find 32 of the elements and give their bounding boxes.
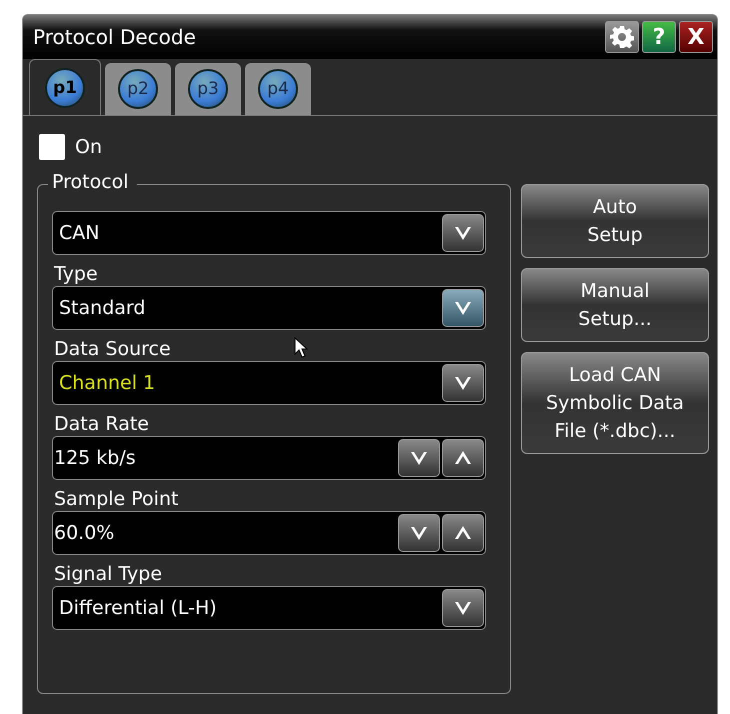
setup-button[interactable]: Auto Setup	[521, 184, 709, 258]
help-button[interactable]: ?	[642, 21, 676, 53]
tab[interactable]: p2	[105, 63, 171, 115]
dropdown-field[interactable]: Channel 1	[52, 361, 486, 405]
increment-button[interactable]	[442, 514, 484, 552]
tab[interactable]: p4	[245, 63, 311, 115]
dropdown-button[interactable]	[442, 364, 484, 402]
dropdown-button[interactable]	[442, 214, 484, 252]
setup-button[interactable]: Load CAN Symbolic Data File (*.dbc)...	[521, 352, 709, 454]
settings-button[interactable]	[605, 21, 639, 53]
field-label: Sample Point	[54, 488, 178, 510]
checkbox[interactable]	[39, 134, 65, 160]
dropdown-field[interactable]: Standard	[52, 286, 486, 330]
window-title: Protocol Decode	[33, 25, 196, 49]
increment-button[interactable]	[442, 439, 484, 477]
field-label: Data Source	[54, 338, 171, 360]
close-button[interactable]: X	[679, 21, 713, 53]
setup-button[interactable]: Manual Setup...	[521, 268, 709, 342]
dropdown-button[interactable]	[442, 289, 484, 327]
dropdown-field[interactable]: CAN	[52, 211, 486, 255]
dropdown-button[interactable]	[442, 589, 484, 627]
checkbox-label: On	[75, 136, 102, 158]
mouse-cursor-icon	[294, 337, 308, 359]
field-label: Data Rate	[54, 413, 149, 435]
tab[interactable]: p3	[175, 63, 241, 115]
decrement-button[interactable]	[398, 514, 440, 552]
field-label: Type	[54, 263, 98, 285]
field-label: Signal Type	[54, 563, 162, 585]
tab[interactable]: p1	[29, 59, 101, 115]
gear-icon	[610, 25, 634, 49]
decrement-button[interactable]	[398, 439, 440, 477]
dropdown-field[interactable]: Differential (L-H)	[52, 586, 486, 630]
